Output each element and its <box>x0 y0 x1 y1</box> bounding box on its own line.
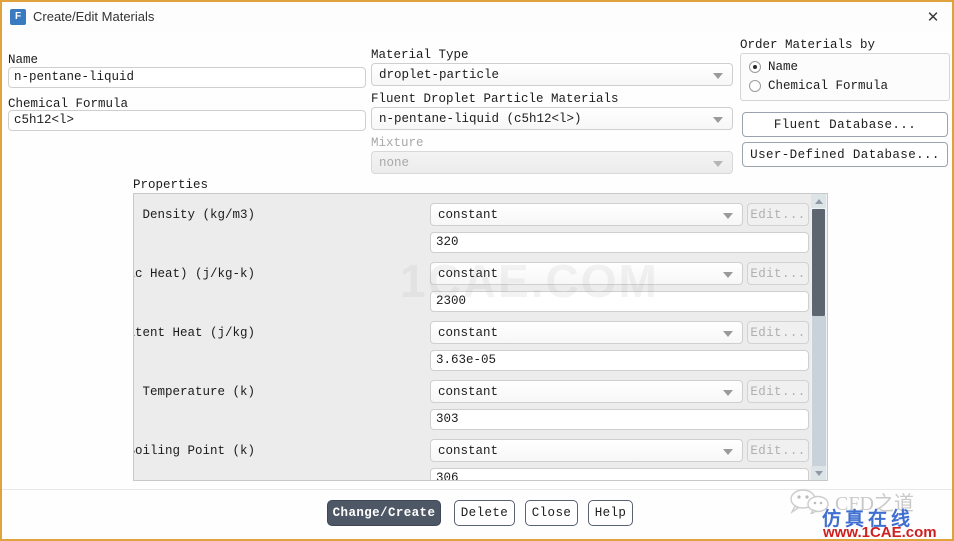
window-titlebar: F Create/Edit Materials ✕ <box>2 2 952 33</box>
radio-button-icon <box>749 61 761 73</box>
fluent-database-button[interactable]: Fluent Database... <box>742 112 948 137</box>
radio-button-icon <box>749 80 761 92</box>
material-type-value: droplet-particle <box>379 67 500 82</box>
property-edit-button: Edit... <box>747 439 809 462</box>
property-method-value: constant <box>438 266 499 281</box>
brand-url: www.1CAE.com <box>823 524 937 541</box>
property-method-dropdown[interactable]: constant <box>430 380 743 403</box>
delete-button[interactable]: Delete <box>454 500 515 526</box>
property-edit-button: Edit... <box>747 203 809 226</box>
property-label: Latent Heat (j/kg) <box>133 326 255 340</box>
chevron-down-icon <box>723 330 733 337</box>
help-button[interactable]: Help <box>588 500 633 526</box>
property-method-value: constant <box>438 384 499 399</box>
scrollbar-track[interactable] <box>812 316 826 466</box>
order-materials-by-title: Order Materials by <box>740 38 876 52</box>
name-label: Name <box>8 53 39 67</box>
material-type-label: Material Type <box>371 48 469 62</box>
fluent-droplet-particle-materials-dropdown[interactable]: n-pentane-liquid (c5h12<l>) <box>371 107 733 130</box>
property-method-value: constant <box>438 207 499 222</box>
chemical-formula-label: Chemical Formula <box>8 97 129 111</box>
scroll-up-icon[interactable] <box>811 194 826 208</box>
scrollbar-thumb[interactable] <box>812 209 825 316</box>
property-method-value: constant <box>438 325 499 340</box>
property-method-dropdown[interactable]: constant <box>430 262 743 285</box>
create-edit-materials-dialog: F Create/Edit Materials ✕ Name n-pentane… <box>0 0 954 541</box>
wechat-icon <box>790 489 829 514</box>
property-label: Density (kg/m3) <box>142 208 255 222</box>
mixture-label: Mixture <box>371 136 424 150</box>
chevron-down-icon <box>723 389 733 396</box>
property-value-input[interactable]: 320 <box>430 232 809 253</box>
chevron-down-icon <box>723 448 733 455</box>
property-method-dropdown[interactable]: constant <box>430 203 743 226</box>
change-create-button[interactable]: Change/Create <box>327 500 441 526</box>
fluent-materials-label: Fluent Droplet Particle Materials <box>371 92 619 106</box>
property-edit-button: Edit... <box>747 262 809 285</box>
chevron-down-icon <box>713 116 723 123</box>
property-value-input[interactable]: 306 <box>430 468 809 480</box>
property-method-dropdown[interactable]: constant <box>430 321 743 344</box>
chevron-down-icon <box>713 160 723 167</box>
brand-watermark: CFD之道 仿真在线 www.1CAE.com <box>787 486 952 541</box>
radio-order-by-chemical-formula[interactable]: Chemical Formula <box>749 79 888 93</box>
fluent-materials-value: n-pentane-liquid (c5h12<l>) <box>379 111 582 126</box>
radio-order-by-chemical-formula-label: Chemical Formula <box>768 79 889 93</box>
property-edit-button: Edit... <box>747 321 809 344</box>
chevron-down-icon <box>723 212 733 219</box>
properties-scrollbar[interactable] <box>811 193 828 481</box>
brand-subtitle-cn: 仿真在线 <box>822 509 915 530</box>
chevron-down-icon <box>713 72 723 79</box>
fluent-app-icon: F <box>10 9 26 25</box>
property-method-value: constant <box>438 443 499 458</box>
property-value-input[interactable]: 2300 <box>430 291 809 312</box>
properties-panel: Density (kg/m3) constant Edit... 320 Cp (Spe… <box>133 193 828 481</box>
mixture-dropdown: none <box>371 151 733 174</box>
name-input[interactable]: n-pentane-liquid <box>8 67 366 88</box>
property-label: Boiling Point (k) <box>133 444 255 458</box>
chevron-down-icon <box>723 271 733 278</box>
property-label: Vaporization Temperature (k) <box>134 385 255 399</box>
property-value-input[interactable]: 303 <box>430 409 809 430</box>
close-button[interactable]: Close <box>525 500 578 526</box>
chemical-formula-input[interactable]: c5h12<l> <box>8 110 366 131</box>
close-icon[interactable]: ✕ <box>920 6 946 30</box>
order-materials-by-group: Name Chemical Formula <box>740 53 950 101</box>
radio-order-by-name[interactable]: Name <box>749 60 798 74</box>
material-type-dropdown[interactable]: droplet-particle <box>371 63 733 86</box>
properties-title: Properties <box>133 178 209 192</box>
brand-name-cn: CFD之道 <box>835 493 914 515</box>
property-label: Cp (Specific Heat) (j/kg-k) <box>134 267 255 281</box>
user-defined-database-button[interactable]: User-Defined Database... <box>742 142 948 167</box>
property-value-input[interactable]: 3.63e-05 <box>430 350 809 371</box>
footer-divider <box>2 489 952 490</box>
radio-order-by-name-label: Name <box>768 60 799 74</box>
window-title: Create/Edit Materials <box>33 9 155 24</box>
property-edit-button: Edit... <box>747 380 809 403</box>
scroll-down-icon[interactable] <box>811 466 826 480</box>
property-method-dropdown[interactable]: constant <box>430 439 743 462</box>
mixture-value: none <box>379 155 410 170</box>
